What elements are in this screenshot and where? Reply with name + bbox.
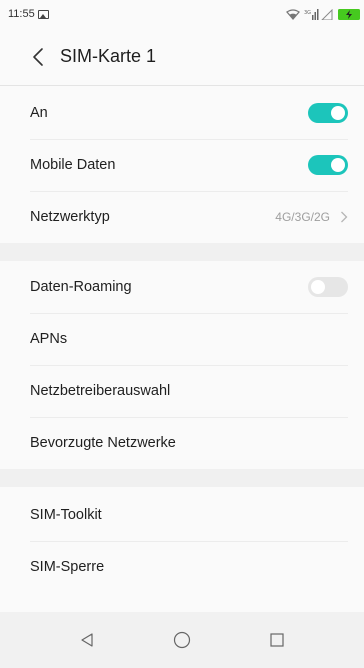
toggle-knob	[331, 106, 345, 120]
svg-text:3G: 3G	[304, 10, 311, 16]
gallery-icon	[37, 9, 49, 19]
setting-row-netzwerktyp[interactable]: Netzwerktyp 4G/3G/2G	[0, 191, 364, 243]
navigation-bar	[0, 612, 364, 668]
setting-row-an[interactable]: An	[0, 87, 364, 139]
battery-charging-icon	[338, 8, 360, 20]
setting-row-sim-sperre[interactable]: SIM-Sperre	[0, 541, 364, 593]
setting-label: Daten-Roaming	[30, 279, 132, 295]
status-time: 11:55	[8, 8, 35, 20]
chevron-left-icon[interactable]	[20, 37, 56, 77]
setting-value: 4G/3G/2G	[275, 210, 330, 224]
setting-row-bevorzugte-netzwerke[interactable]: Bevorzugte Netzwerke	[0, 417, 364, 469]
toggle-knob	[311, 280, 325, 294]
settings-section-3: SIM-Toolkit SIM-Sperre	[0, 489, 364, 593]
setting-label: SIM-Sperre	[30, 559, 105, 575]
setting-row-mobile-daten[interactable]: Mobile Daten	[0, 139, 364, 191]
toggle-switch-an[interactable]	[308, 103, 348, 123]
settings-screen: 11:55 3G SIM-Karte 1 An Mobile Daten Net…	[0, 0, 364, 668]
section-divider	[0, 469, 364, 487]
status-left: 11:55	[8, 8, 49, 20]
section-divider	[0, 243, 364, 261]
setting-row-sim-toolkit[interactable]: SIM-Toolkit	[0, 489, 364, 541]
home-circle-icon[interactable]	[162, 620, 202, 660]
setting-label: Netzbetreiberauswahl	[30, 383, 171, 399]
settings-section-1: An Mobile Daten Netzwerktyp 4G/3G/2G	[0, 87, 364, 243]
setting-row-netzbetreiberauswahl[interactable]: Netzbetreiberauswahl	[0, 365, 364, 417]
status-bar: 11:55 3G	[0, 0, 364, 28]
setting-row-apns[interactable]: APNs	[0, 313, 364, 365]
status-right: 3G	[286, 8, 360, 20]
toggle-knob	[331, 158, 345, 172]
back-triangle-icon[interactable]	[67, 620, 107, 660]
settings-section-2: Daten-Roaming APNs Netzbetreiberauswahl …	[0, 261, 364, 469]
page-title: SIM-Karte 1	[60, 46, 157, 66]
setting-row-right: 4G/3G/2G	[275, 210, 348, 224]
setting-row-daten-roaming[interactable]: Daten-Roaming	[0, 261, 364, 313]
toggle-switch-mobile-daten[interactable]	[308, 155, 348, 175]
toggle-switch-daten-roaming[interactable]	[308, 277, 348, 297]
setting-label: Mobile Daten	[30, 157, 116, 173]
setting-label: Bevorzugte Netzwerke	[30, 435, 176, 451]
wifi-icon	[286, 8, 300, 20]
setting-label: An	[30, 105, 48, 121]
setting-label: Netzwerktyp	[30, 209, 110, 225]
app-header: SIM-Karte 1	[0, 28, 364, 86]
chevron-right-icon	[341, 211, 348, 223]
setting-label: APNs	[30, 331, 68, 347]
setting-label: SIM-Toolkit	[30, 507, 102, 523]
signal-icon: 3G	[304, 8, 333, 20]
recents-square-icon[interactable]	[257, 620, 297, 660]
